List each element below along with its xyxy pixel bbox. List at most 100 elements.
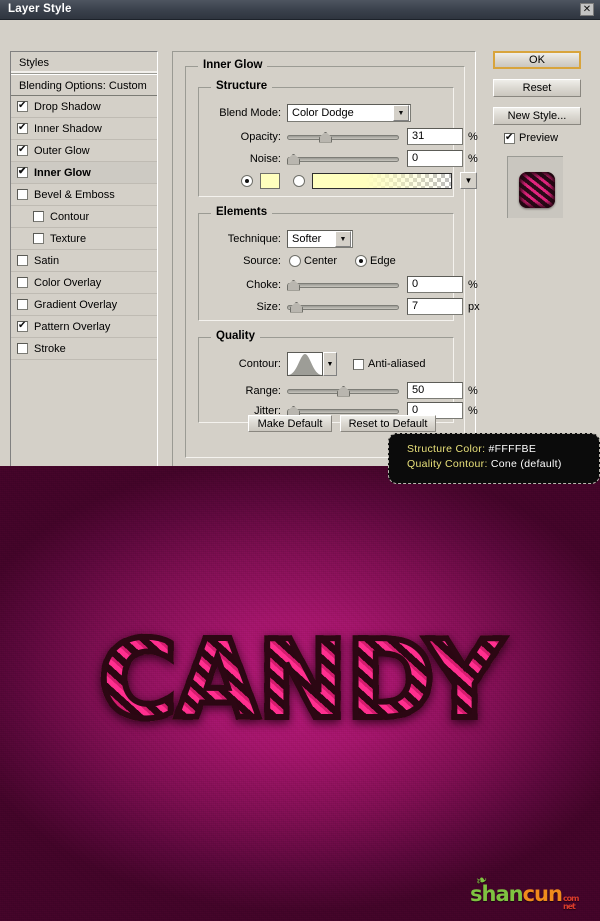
window-title: Layer Style [8,3,72,15]
style-label: Color Overlay [34,276,102,289]
checkbox-contour[interactable] [33,211,44,222]
preview-thumbnail [507,156,563,218]
artwork-canvas: CANDY [0,466,600,921]
opacity-slider[interactable] [287,130,399,144]
layer-style-dialog: Styles Blending Options: Custom Drop Sha… [0,20,600,484]
radio-source-center[interactable] [289,255,301,267]
group-quality: Quality Contour: ▼ Anti-aliased Range: 5… [198,330,478,423]
radio-fill-color[interactable] [241,174,253,187]
slider-thumb[interactable] [290,301,303,313]
blending-options-row[interactable]: Blending Options: Custom [11,74,157,96]
styles-header: Styles [11,52,157,74]
technique-select[interactable]: Softer ▼ [287,230,353,248]
tooltip-line-1-value: #FFFFBE [488,443,537,455]
reset-button[interactable]: Reset [493,79,581,97]
contour-chevron-down-icon[interactable]: ▼ [323,352,337,376]
slider-thumb[interactable] [337,385,350,397]
checkbox-texture[interactable] [33,233,44,244]
checkbox-inner-glow[interactable] [17,165,28,178]
style-row-gradient-overlay[interactable]: Gradient Overlay [11,294,157,316]
technique-label: Technique: [227,233,281,245]
contour-label: Contour: [238,358,281,370]
chevron-down-icon[interactable]: ▼ [393,105,409,121]
checkbox-anti-aliased[interactable] [353,358,364,370]
style-row-contour[interactable]: Contour [11,206,157,228]
blend-mode-select[interactable]: Color Dodge ▼ [287,104,411,122]
style-row-stroke[interactable]: Stroke [11,338,157,360]
style-label: Gradient Overlay [34,298,118,311]
range-slider[interactable] [287,384,399,398]
style-row-color-overlay[interactable]: Color Overlay [11,272,157,294]
contour-preview[interactable] [287,352,323,376]
group-title-inner-glow: Inner Glow [198,59,268,71]
size-label: Size: [256,300,281,313]
choke-slider[interactable] [287,278,399,292]
chevron-down-icon[interactable]: ▼ [335,231,351,247]
style-label: Pattern Overlay [34,320,111,333]
window-title-bar[interactable]: Layer Style ✕ [0,0,600,20]
checkbox-color-overlay[interactable] [17,277,28,288]
noise-input[interactable]: 0 [407,150,463,167]
checkbox-pattern-overlay[interactable] [17,319,28,332]
opacity-label: Opacity: [240,130,281,143]
size-input[interactable]: 7 [407,298,463,315]
checkbox-preview[interactable] [504,131,515,144]
style-row-inner-shadow[interactable]: Inner Shadow [11,118,157,140]
make-default-button[interactable]: Make Default [248,415,332,432]
noise-unit: % [468,152,478,165]
opacity-input[interactable]: 31 [407,128,463,145]
style-row-outer-glow[interactable]: Outer Glow [11,140,157,162]
reset-to-default-button[interactable]: Reset to Default [340,415,436,432]
cone-contour-icon [288,354,322,375]
settings-pane: Inner Glow Structure Blend Mode: Color D… [172,51,480,476]
styles-panel: Styles Blending Options: Custom Drop Sha… [10,51,158,476]
style-row-pattern-overlay[interactable]: Pattern Overlay [11,316,157,338]
size-slider[interactable] [287,300,399,314]
choke-input[interactable]: 0 [407,276,463,293]
range-input[interactable]: 50 [407,382,463,399]
preview-toggle[interactable]: Preview [504,131,558,144]
radio-fill-gradient[interactable] [293,174,305,187]
range-label: Range: [245,384,281,397]
checkbox-inner-shadow[interactable] [17,121,28,134]
style-label: Bevel & Emboss [34,188,115,201]
ok-button[interactable]: OK [493,51,581,69]
opacity-unit: % [468,130,478,143]
choke-unit: % [468,278,478,291]
style-row-bevel-emboss[interactable]: Bevel & Emboss [11,184,157,206]
style-row-satin[interactable]: Satin [11,250,157,272]
checkbox-bevel-emboss[interactable] [17,189,28,200]
checkbox-outer-glow[interactable] [17,143,28,156]
group-inner-glow: Inner Glow Structure Blend Mode: Color D… [185,59,480,458]
group-structure: Structure Blend Mode: Color Dodge ▼ Opac… [198,80,478,197]
annotation-tooltip: Structure Color: #FFFFBE Quality Contour… [388,433,600,484]
slider-track [287,156,399,162]
style-label: Drop Shadow [34,100,101,113]
checkbox-drop-shadow[interactable] [17,99,28,112]
gradient-chevron-down-icon[interactable]: ▼ [460,172,477,189]
slider-thumb[interactable] [287,153,300,165]
glow-color-swatch[interactable] [260,172,280,189]
checkbox-stroke[interactable] [17,343,28,354]
gradient-preview[interactable] [312,172,452,189]
range-unit: % [468,384,478,397]
style-label: Contour [50,210,90,223]
noise-slider[interactable] [287,152,399,166]
slider-track [287,408,399,414]
style-row-drop-shadow[interactable]: Drop Shadow [11,96,157,118]
style-label: Inner Glow [34,166,91,179]
checkbox-gradient-overlay[interactable] [17,299,28,310]
source-label: Source: [243,255,281,267]
radio-source-edge[interactable] [355,255,368,267]
group-title-structure: Structure [211,80,273,92]
source-center-label: Center [304,255,338,267]
close-icon[interactable]: ✕ [580,3,594,16]
group-elements: Elements Technique: Softer ▼ Source: Cen… [198,206,480,321]
slider-thumb[interactable] [287,279,300,291]
tooltip-line-1-key: Structure Color: [407,443,489,455]
new-style-button[interactable]: New Style... [493,107,581,125]
style-row-inner-glow[interactable]: Inner Glow [11,162,157,184]
slider-thumb[interactable] [319,131,332,143]
style-row-texture[interactable]: Texture [11,228,157,250]
checkbox-satin[interactable] [17,255,28,266]
